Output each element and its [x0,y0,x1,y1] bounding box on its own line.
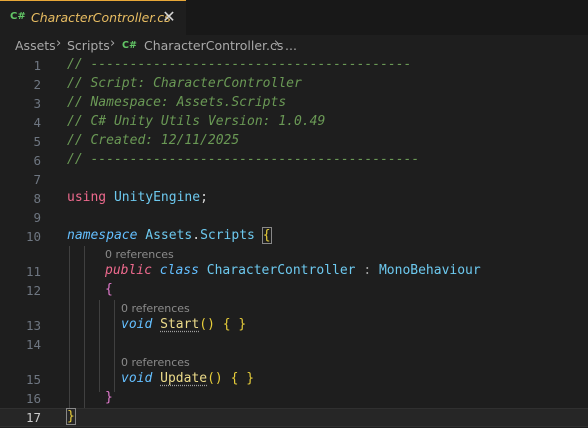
indent-guide [69,246,70,408]
line-number: 2 [33,77,41,92]
line-number: 16 [25,391,41,406]
brace: { [105,282,113,297]
codelens-references[interactable]: 0 references [121,356,190,369]
punctuation: ; [200,190,208,205]
punctuation: () { } [199,317,247,332]
breadcrumb-item-file[interactable]: CharacterController.cs [144,38,283,53]
brace: } [66,408,76,425]
code-line: // Namespace: Assets.Scripts [67,95,287,110]
breadcrumb-item-assets[interactable]: Assets [15,38,56,53]
line-number: 9 [33,210,41,225]
namespace-name: Assets [145,228,193,243]
chevron-right-icon: › [110,36,116,51]
indent-guide [114,300,115,392]
chevron-right-icon: › [56,36,62,51]
punctuation: . [192,228,201,243]
line-number: 14 [25,337,41,352]
tab-character-controller[interactable]: C# CharacterController.cs ✕ [0,0,186,35]
breadcrumb: Assets › Scripts › C# CharacterControlle… [0,35,588,57]
line-number: 1 [33,58,41,73]
keyword: void [121,371,153,386]
chevron-right-icon: › [274,36,280,51]
punctuation: : [363,263,372,278]
codelens-references[interactable]: 0 references [105,248,174,261]
line-number: 4 [33,115,41,130]
code-line: // -------------------------------------… [67,57,412,72]
csharp-file-icon: C# [10,11,26,22]
line-number: 11 [25,264,41,279]
code-line: void Start() { } [121,317,246,332]
line-number: 15 [25,372,41,387]
line-number: 5 [33,134,41,149]
tab-bar: C# CharacterController.cs ✕ [0,0,588,35]
keyword: void [121,317,153,332]
code-line: // Created: 12/11/2025 [67,133,240,148]
code-line: // C# Unity Utils Version: 1.0.49 [67,114,326,129]
current-line-highlight [0,408,588,427]
type-name: CharacterController [206,263,356,278]
brace: } [105,390,113,405]
close-icon[interactable]: ✕ [160,7,178,27]
breadcrumb-item-more[interactable]: ... [285,38,297,53]
function-name: Start [160,317,200,332]
code-line: namespace Assets.Scripts { [67,227,272,244]
punctuation: () { } [207,371,255,386]
codelens-references[interactable]: 0 references [121,302,190,315]
csharp-file-icon: C# [122,40,137,51]
line-number-active: 17 [25,410,41,425]
breadcrumb-item-scripts[interactable]: Scripts [67,38,110,53]
line-number: 13 [25,318,41,333]
line-number: 10 [25,229,41,244]
code-line: public class CharacterController : MonoB… [105,263,481,278]
code-line: // -------------------------------------… [67,152,420,167]
indent-guide [84,246,85,408]
brace: { [261,227,272,244]
indent-guide [99,300,100,392]
code-line: using UnityEngine; [67,190,208,205]
line-number: 3 [33,96,41,111]
keyword: public [105,263,152,278]
namespace-name: Scripts [200,228,255,243]
function-name: Update [160,371,208,386]
line-number: 8 [33,191,41,206]
keyword: using [67,190,107,205]
line-number: 7 [33,172,41,187]
code-editor[interactable]: 1 2 3 4 5 6 7 8 9 10 11 12 13 14 15 16 1… [0,57,588,428]
line-number: 6 [33,153,41,168]
code-line: void Update() { } [121,371,254,386]
code-line: // Script: CharacterController [67,76,302,91]
keyword: class [159,263,199,278]
keyword: namespace [67,228,138,243]
line-number: 12 [25,283,41,298]
type-name: MonoBehaviour [378,263,481,278]
namespace-name: UnityEngine [113,190,201,205]
tab-title: CharacterController.cs [31,10,171,25]
